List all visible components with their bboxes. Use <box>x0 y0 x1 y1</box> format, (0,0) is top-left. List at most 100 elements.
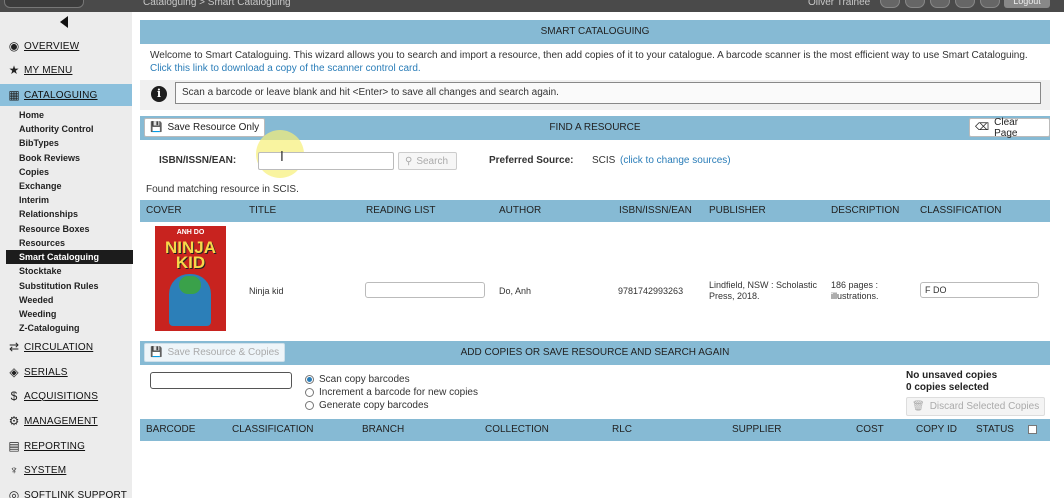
sidebar-item-copies[interactable]: Copies <box>6 165 133 179</box>
radio-generate-barcodes[interactable]: Generate copy barcodes <box>305 400 429 411</box>
reading-list-input[interactable] <box>365 282 485 298</box>
sidebar-item-weeded[interactable]: Weeded <box>6 293 133 307</box>
col-reading-list: READING LIST <box>366 205 436 216</box>
radio-label: Scan copy barcodes <box>319 374 410 385</box>
col-status: STATUS <box>976 424 1014 435</box>
sidebar-item-bibtypes[interactable]: BibTypes <box>6 136 133 150</box>
col-description: DESCRIPTION <box>831 205 900 216</box>
search-row: ISBN/ISSN/EAN: ⚲ Search Preferred Source… <box>140 130 1050 178</box>
nav-label: CATALOGUING <box>24 89 98 101</box>
info-icon: i <box>151 86 167 102</box>
book-cover[interactable]: ANH DO NINJA KID <box>155 226 226 331</box>
clear-page-label: Clear Page <box>994 116 1019 139</box>
nav-cataloguing[interactable]: ▦ CATALOGUING <box>0 84 132 106</box>
resource-isbn: 9781742993263 <box>618 286 684 296</box>
nav-my-menu[interactable]: ★ MY MENU <box>0 59 132 81</box>
sidebar-item-resources[interactable]: Resources <box>6 236 133 250</box>
info-message: Scan a barcode or leave blank and hit <E… <box>175 82 1041 104</box>
search-button[interactable]: ⚲ Search <box>398 152 457 170</box>
nav-management[interactable]: ⚙ MANAGEMENT <box>0 410 132 432</box>
top-bar: Cataloguing > Smart Cataloguing Oliver T… <box>0 0 1064 12</box>
resource-publisher: Lindfield, NSW : Scholastic Press, 2018. <box>709 280 818 301</box>
sidebar-item-interim[interactable]: Interim <box>6 193 133 207</box>
col-title: TITLE <box>249 205 277 216</box>
sidebar-item-resource-boxes[interactable]: Resource Boxes <box>6 222 133 236</box>
sidebar-item-stocktake[interactable]: Stocktake <box>6 264 133 278</box>
sidebar-item-home[interactable]: Home <box>6 108 133 122</box>
page-title: SMART CATALOGUING <box>140 20 1050 44</box>
radio-scan-barcodes[interactable]: Scan copy barcodes <box>305 374 410 385</box>
save-resource-copies-button[interactable]: 💾 Save Resource & Copies <box>144 343 286 362</box>
discard-selected-copies-button[interactable]: 🗑 Discard Selected Copies <box>906 397 1046 416</box>
scanner-card-link[interactable]: Click this link to download a copy of th… <box>150 63 421 74</box>
nav-softlink-support[interactable]: ◎ SOFTLINK SUPPORT <box>0 484 132 498</box>
text-cursor-icon: I <box>280 150 284 165</box>
copy-barcode-input[interactable] <box>150 372 292 389</box>
nav-label: MANAGEMENT <box>24 415 98 427</box>
refresh-icon[interactable] <box>905 0 925 8</box>
nav-reporting[interactable]: ▤ REPORTING <box>0 435 132 457</box>
star-icon: ★ <box>8 63 20 77</box>
col-cost: COST <box>856 424 884 435</box>
trash-icon: 🗑 <box>912 401 925 412</box>
sidebar-item-relationships[interactable]: Relationships <box>6 207 133 221</box>
nav-serials[interactable]: ◈ SERIALS <box>0 361 132 383</box>
results-header: COVER TITLE READING LIST AUTHOR ISBN/ISS… <box>140 200 1050 222</box>
gauge-icon: ◉ <box>8 39 20 53</box>
logout-button[interactable]: Logout <box>1004 0 1050 8</box>
sidebar-item-smart-cataloguing[interactable]: Smart Cataloguing <box>6 250 133 264</box>
settings-icon[interactable] <box>980 0 1000 8</box>
col-publisher: PUBLISHER <box>709 205 766 216</box>
nav-label: CIRCULATION <box>24 341 94 353</box>
nav-label: OVERVIEW <box>24 40 80 52</box>
preferred-source-label: Preferred Source: <box>489 155 574 166</box>
change-sources-link[interactable]: (click to change sources) <box>620 155 731 166</box>
radio-increment-barcode[interactable]: Increment a barcode for new copies <box>305 387 478 398</box>
sidebar-item-book-reviews[interactable]: Book Reviews <box>6 151 133 165</box>
copies-header: BARCODE CLASSIFICATION BRANCH COLLECTION… <box>140 419 1050 441</box>
col-supplier: SUPPLIER <box>732 424 782 435</box>
nav-circulation[interactable]: ⇄ CIRCULATION <box>0 336 132 358</box>
sidebar-item-exchange[interactable]: Exchange <box>6 179 133 193</box>
gear-icon: ⚙ <box>8 414 20 428</box>
select-all-checkbox[interactable] <box>1028 425 1037 434</box>
radio-button[interactable] <box>305 401 314 410</box>
isbn-input[interactable] <box>258 152 394 170</box>
nav-label: SERIALS <box>24 366 68 378</box>
sidebar-item-weeding[interactable]: Weeding <box>6 307 133 321</box>
col-barcode: BARCODE <box>146 424 196 435</box>
welcome-text: Welcome to Smart Cataloguing. This wizar… <box>150 49 1045 75</box>
nav-overview[interactable]: ◉ OVERVIEW <box>0 35 132 57</box>
save-icon: 💾 <box>150 347 163 358</box>
discard-label: Discard Selected Copies <box>929 401 1040 412</box>
radio-button[interactable] <box>305 375 314 384</box>
save-resource-only-button[interactable]: 💾 Save Resource Only <box>144 118 266 137</box>
isbn-label: ISBN/ISSN/EAN: <box>159 155 237 166</box>
collapse-sidebar-icon[interactable] <box>60 16 68 28</box>
unsaved-copies-status: No unsaved copies <box>906 370 998 381</box>
resource-description: 186 pages : illustrations. <box>831 280 879 301</box>
tag-icon: ◈ <box>9 365 19 379</box>
sidebar-item-authority-control[interactable]: Authority Control <box>6 122 133 136</box>
nav-label: SOFTLINK SUPPORT <box>24 489 128 498</box>
table-row[interactable]: ANH DO NINJA KID Ninja kid Do, Anh 97817… <box>140 223 1050 336</box>
search-icon: ⚲ <box>405 155 413 167</box>
radio-button[interactable] <box>305 388 314 397</box>
dollar-icon: $ <box>10 389 18 403</box>
app-logo[interactable] <box>4 0 84 8</box>
home-icon[interactable] <box>955 0 975 8</box>
save-icon: 💾 <box>150 122 163 133</box>
nav-acquisitions[interactable]: $ ACQUISITIONS <box>0 385 132 407</box>
clear-page-button[interactable]: ⌫ Clear Page <box>969 116 1050 139</box>
classification-input[interactable]: F DO <box>920 282 1039 298</box>
save-resource-only-label: Save Resource Only <box>167 122 260 133</box>
help-icon[interactable] <box>880 0 900 8</box>
nav-label: REPORTING <box>24 440 86 452</box>
sidebar-item-substitution-rules[interactable]: Substitution Rules <box>6 279 133 293</box>
mail-icon[interactable] <box>930 0 950 8</box>
report-icon: ▤ <box>8 439 20 453</box>
sidebar-item-z-cataloguing[interactable]: Z-Cataloguing <box>6 321 133 335</box>
preferred-source-value: SCIS <box>592 155 616 166</box>
search-label: Search <box>416 155 449 167</box>
nav-system[interactable]: ♆ SYSTEM <box>0 459 132 481</box>
